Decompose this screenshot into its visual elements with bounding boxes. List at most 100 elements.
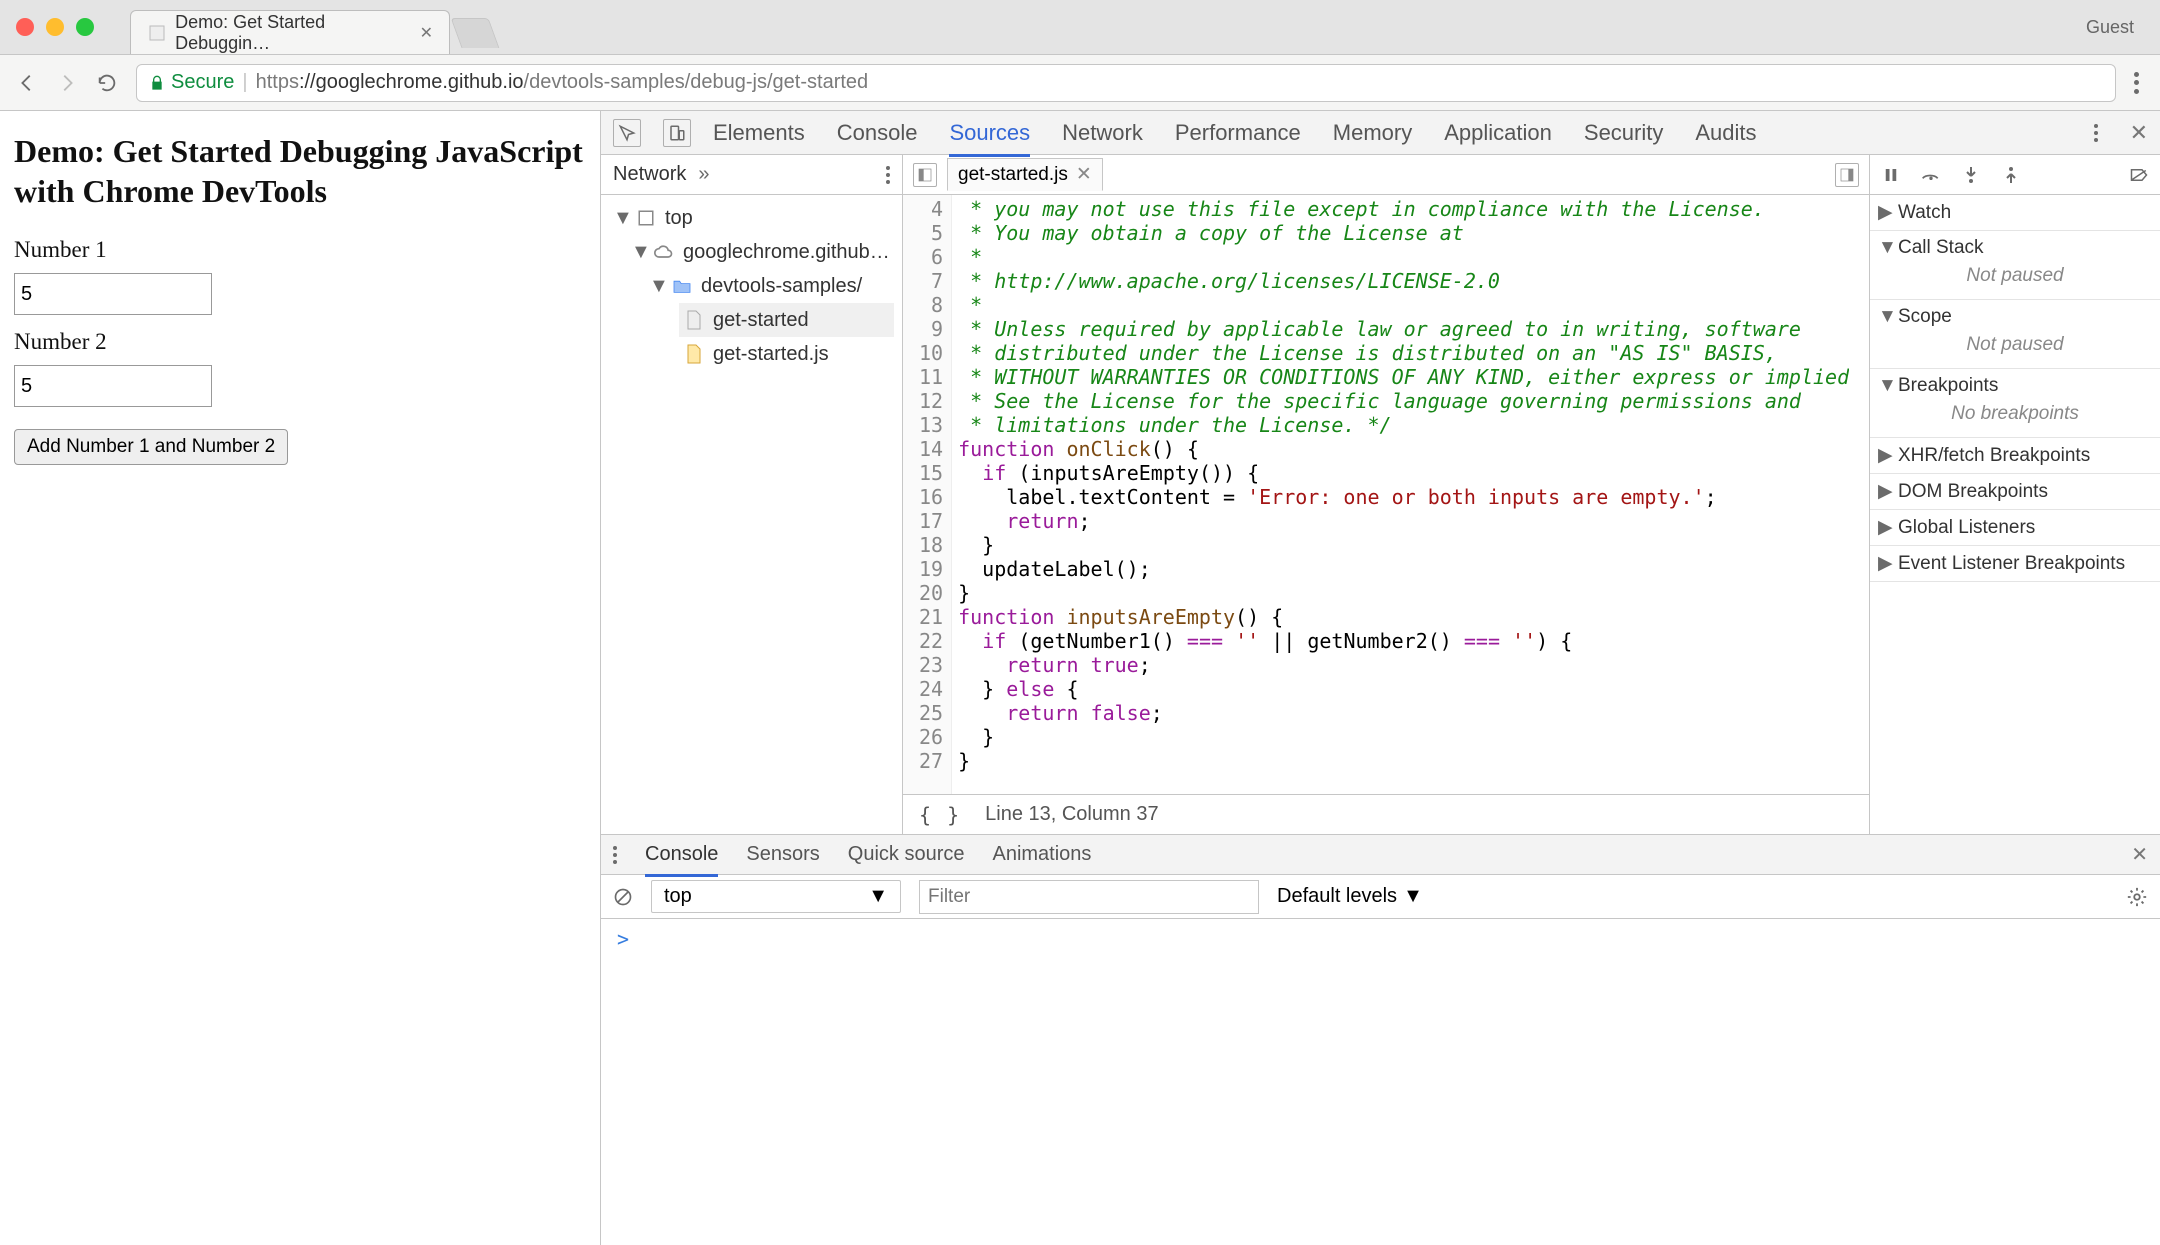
tree-node-top[interactable]: ▼ top	[609, 201, 894, 235]
debug-section-watch[interactable]: ▶Watch	[1870, 195, 2160, 231]
device-toolbar-icon[interactable]	[663, 119, 691, 147]
window-close-button[interactable]	[16, 18, 34, 36]
navigator-tab-network[interactable]: Network	[613, 163, 686, 186]
tree-file-get-started[interactable]: get-started	[679, 303, 894, 337]
inspect-element-icon[interactable]	[613, 119, 641, 147]
cursor-position: Line 13, Column 37	[985, 803, 1158, 826]
back-button[interactable]	[16, 72, 38, 94]
tab-network[interactable]: Network	[1062, 120, 1143, 146]
omnibox[interactable]: Secure | https://googlechrome.github.io/…	[136, 64, 2116, 102]
page-content: Demo: Get Started Debugging JavaScript w…	[0, 111, 600, 1245]
chrome-menu-icon[interactable]	[2134, 72, 2144, 94]
debugger-pane: ▶Watch▼Call StackNot paused▼ScopeNot pau…	[1870, 155, 2160, 834]
address-bar: Secure | https://googlechrome.github.io/…	[0, 55, 2160, 111]
file-icon	[683, 309, 705, 331]
pause-icon[interactable]	[1880, 164, 1902, 186]
devtools-close-icon[interactable]: ✕	[2130, 120, 2148, 146]
tab-application[interactable]: Application	[1444, 120, 1552, 146]
chevron-down-icon: ▼	[1403, 885, 1423, 908]
input-number-1[interactable]	[14, 273, 212, 315]
window-zoom-button[interactable]	[76, 18, 94, 36]
step-into-icon[interactable]	[1960, 164, 1982, 186]
secure-label: Secure	[171, 71, 234, 94]
console-prompt[interactable]: >	[601, 919, 2160, 1245]
tree-label: devtools-samples/	[701, 275, 862, 298]
console-filter-input[interactable]	[919, 880, 1259, 914]
forward-button[interactable]	[56, 72, 78, 94]
tree-label: get-started	[713, 309, 809, 332]
console-levels-label: Default levels	[1277, 885, 1397, 908]
prompt-caret-icon: >	[617, 927, 629, 951]
toggle-debugger-icon[interactable]	[1835, 163, 1859, 187]
favicon-icon	[147, 22, 167, 44]
cloud-icon	[653, 241, 675, 263]
devtools: Elements Console Sources Network Perform…	[600, 111, 2160, 1245]
new-tab-button[interactable]	[451, 18, 500, 48]
debug-section-scope[interactable]: ▼ScopeNot paused	[1870, 300, 2160, 369]
debug-section-event-listener-breakpoints[interactable]: ▶Event Listener Breakpoints	[1870, 546, 2160, 582]
pretty-print-icon[interactable]: { }	[919, 803, 961, 827]
code-editor[interactable]: 4567891011121314151617181920212223242526…	[903, 195, 1869, 794]
devtools-drawer: Console Sensors Quick source Animations …	[601, 835, 2160, 1245]
editor-tab-close-icon[interactable]: ✕	[1076, 163, 1092, 186]
tab-console[interactable]: Console	[837, 120, 918, 146]
toggle-navigator-icon[interactable]	[913, 163, 937, 187]
step-over-icon[interactable]	[1920, 164, 1942, 186]
browser-tab-title: Demo: Get Started Debuggin…	[175, 12, 404, 54]
chevron-down-icon: ▼	[868, 885, 888, 908]
window-minimize-button[interactable]	[46, 18, 64, 36]
tab-audits[interactable]: Audits	[1695, 120, 1756, 146]
debug-section-dom-breakpoints[interactable]: ▶DOM Breakpoints	[1870, 474, 2160, 510]
clear-console-icon[interactable]	[613, 887, 633, 907]
reload-button[interactable]	[96, 72, 118, 94]
console-context-value: top	[664, 885, 692, 908]
debug-section-breakpoints[interactable]: ▼BreakpointsNo breakpoints	[1870, 369, 2160, 438]
drawer-tab-quick-source[interactable]: Quick source	[848, 843, 965, 866]
console-settings-icon[interactable]	[2126, 886, 2148, 908]
sources-navigator: Network » ▼ top ▼	[601, 155, 903, 834]
sources-editor: get-started.js ✕ 45678910111213141516171…	[903, 155, 1870, 834]
debug-section-global-listeners[interactable]: ▶Global Listeners	[1870, 510, 2160, 546]
tree-label: get-started.js	[713, 343, 829, 366]
drawer-tab-animations[interactable]: Animations	[992, 843, 1091, 866]
profile-label[interactable]: Guest	[2086, 17, 2144, 38]
drawer-tab-console[interactable]: Console	[645, 843, 718, 866]
tab-elements[interactable]: Elements	[713, 120, 805, 146]
url-text: https://googlechrome.github.io/devtools-…	[256, 71, 869, 94]
label-number-1: Number 1	[14, 237, 586, 263]
tab-close-icon[interactable]: ✕	[420, 23, 433, 43]
add-button[interactable]: Add Number 1 and Number 2	[14, 429, 288, 465]
devtools-tab-bar: Elements Console Sources Network Perform…	[601, 111, 2160, 155]
tab-performance[interactable]: Performance	[1175, 120, 1301, 146]
debug-section-xhr-fetch-breakpoints[interactable]: ▶XHR/fetch Breakpoints	[1870, 438, 2160, 474]
frame-icon	[635, 207, 657, 229]
editor-tab-get-started-js[interactable]: get-started.js ✕	[947, 158, 1103, 191]
devtools-settings-menu-icon[interactable]	[2094, 124, 2098, 142]
editor-tab-label: get-started.js	[958, 164, 1068, 186]
folder-icon	[671, 275, 693, 297]
navigator-overflow-icon[interactable]: »	[698, 163, 709, 186]
tree-label: googlechrome.github…	[683, 241, 890, 264]
tab-security[interactable]: Security	[1584, 120, 1663, 146]
tree-node-folder[interactable]: ▼ devtools-samples/	[645, 269, 894, 303]
step-out-icon[interactable]	[2000, 164, 2022, 186]
traffic-lights	[16, 18, 94, 36]
tab-memory[interactable]: Memory	[1333, 120, 1412, 146]
drawer-close-icon[interactable]: ✕	[2131, 842, 2148, 867]
console-levels-select[interactable]: Default levels ▼	[1277, 885, 1423, 908]
browser-tab[interactable]: Demo: Get Started Debuggin… ✕	[130, 10, 450, 54]
tree-node-domain[interactable]: ▼ googlechrome.github…	[627, 235, 894, 269]
mac-tab-strip: Demo: Get Started Debuggin… ✕ Guest	[0, 0, 2160, 55]
drawer-tab-sensors[interactable]: Sensors	[746, 843, 819, 866]
deactivate-breakpoints-icon[interactable]	[2128, 164, 2150, 186]
tree-file-get-started-js[interactable]: get-started.js	[679, 337, 894, 371]
tree-label: top	[665, 207, 693, 230]
page-title: Demo: Get Started Debugging JavaScript w…	[14, 131, 586, 211]
drawer-menu-icon[interactable]	[613, 846, 617, 864]
console-context-select[interactable]: top ▼	[651, 880, 901, 913]
navigator-menu-icon[interactable]	[886, 166, 890, 184]
tab-sources[interactable]: Sources	[949, 120, 1030, 146]
debug-section-call-stack[interactable]: ▼Call StackNot paused	[1870, 231, 2160, 300]
file-icon	[683, 343, 705, 365]
input-number-2[interactable]	[14, 365, 212, 407]
